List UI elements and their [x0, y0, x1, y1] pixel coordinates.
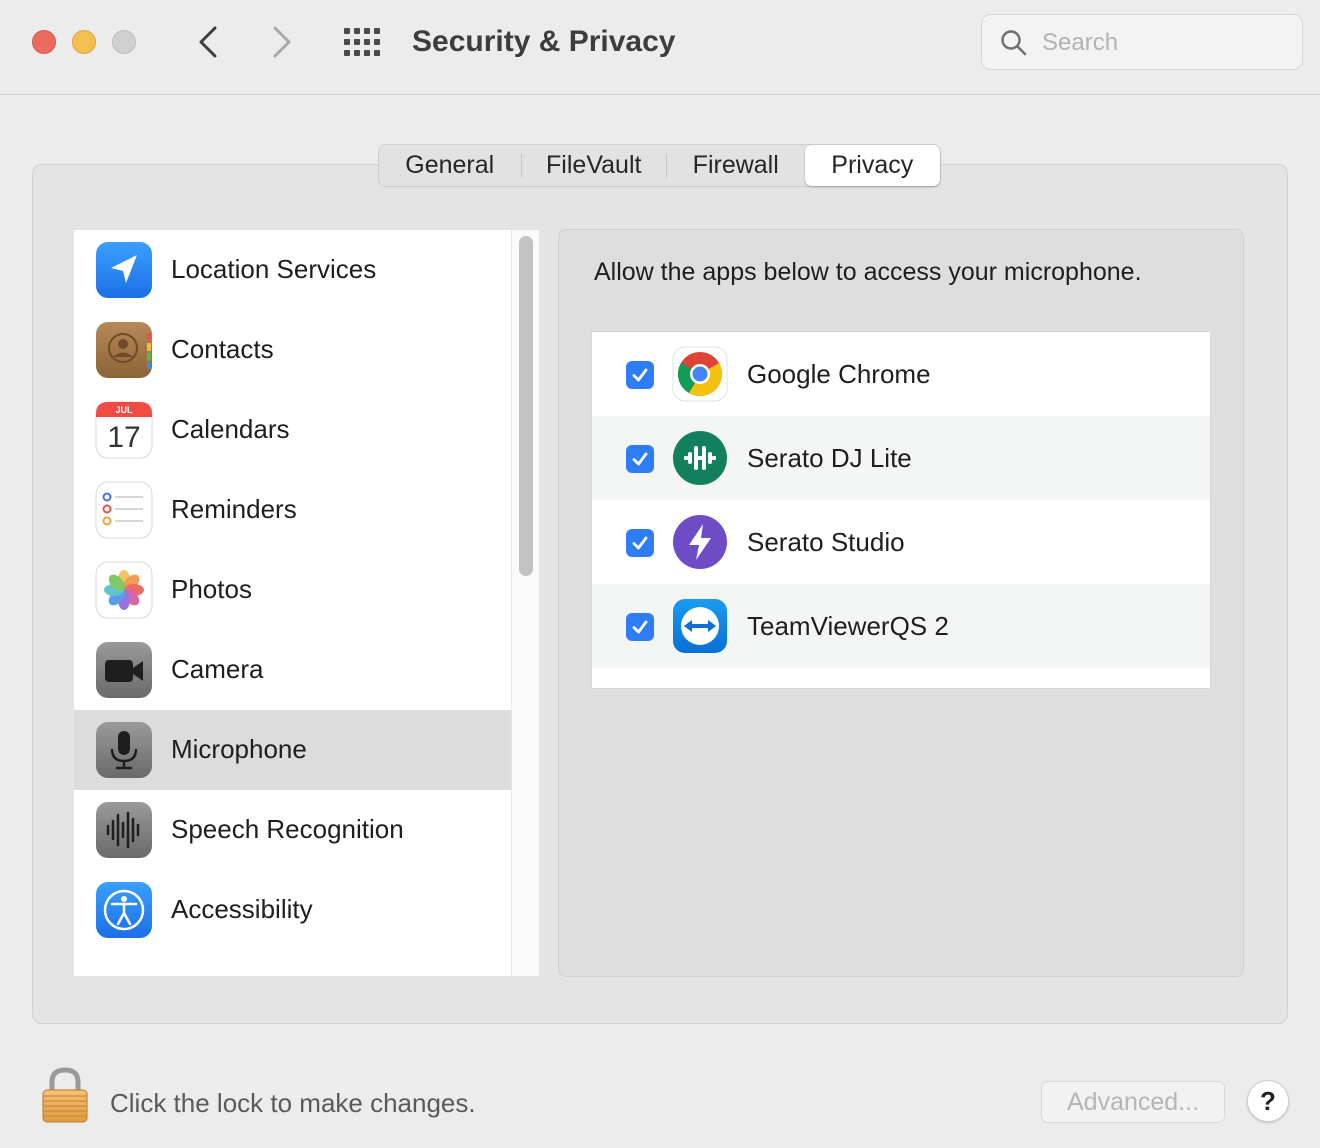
serato-studio-icon	[673, 515, 727, 569]
checkmark-icon	[632, 368, 648, 382]
allow-checkbox[interactable]	[626, 529, 654, 557]
access-description: Allow the apps below to access your micr…	[594, 258, 1142, 286]
sidebar-item-accessibility[interactable]: Accessibility	[74, 870, 511, 950]
sidebar-item-label: Calendars	[171, 414, 290, 444]
search-field[interactable]	[981, 14, 1303, 70]
calendar-icon: JUL 17	[95, 401, 153, 459]
app-name: Serato Studio	[747, 527, 905, 557]
advanced-button: Advanced...	[1041, 1081, 1225, 1123]
title-bar: Security & Privacy	[0, 0, 1320, 95]
show-all-button[interactable]	[342, 26, 386, 58]
checkmark-icon	[632, 620, 648, 634]
sidebar-item-contacts[interactable]: Contacts	[74, 310, 511, 390]
list-item: Google Chrome	[592, 332, 1210, 416]
tab-bar: General FileVault Firewall Privacy	[378, 144, 941, 187]
chevron-right-icon	[273, 26, 291, 58]
app-access-list: Google Chrome Serato DJ Lite Serato Stud…	[591, 331, 1211, 689]
tab-general[interactable]: General	[379, 145, 521, 186]
sidebar-item-label: Accessibility	[171, 894, 313, 924]
app-name: Serato DJ Lite	[747, 443, 912, 473]
checkmark-icon	[632, 452, 648, 466]
video-camera-icon	[96, 642, 152, 698]
forward-button[interactable]	[262, 22, 302, 62]
help-button[interactable]: ?	[1247, 1080, 1289, 1122]
checkmark-icon	[632, 536, 648, 550]
teamviewer-icon	[673, 599, 727, 653]
sidebar-item-label: Camera	[171, 654, 264, 684]
microphone-icon	[96, 722, 152, 778]
tab-filevault[interactable]: FileVault	[522, 145, 666, 186]
grid-icon	[344, 28, 380, 56]
tab-firewall[interactable]: Firewall	[667, 145, 805, 186]
scrollbar-thumb[interactable]	[519, 236, 533, 576]
app-name: TeamViewerQS 2	[747, 611, 949, 641]
app-name: Google Chrome	[747, 359, 931, 389]
sidebar-item-label: Contacts	[171, 334, 274, 364]
sidebar-item-label: Photos	[171, 574, 252, 604]
contacts-book-icon	[96, 322, 152, 378]
allow-checkbox[interactable]	[626, 613, 654, 641]
search-input[interactable]	[1042, 25, 1282, 61]
tab-privacy[interactable]: Privacy	[804, 145, 941, 186]
reminders-list-icon	[95, 481, 153, 539]
allow-checkbox[interactable]	[626, 445, 654, 473]
chevron-left-icon	[199, 26, 217, 58]
search-icon	[1001, 30, 1027, 56]
list-item: TeamViewerQS 2	[592, 584, 1210, 668]
chrome-icon	[672, 346, 728, 402]
sidebar-item-label: Microphone	[171, 734, 307, 764]
lock-icon[interactable]	[40, 1066, 90, 1124]
list-item: Serato Studio	[592, 500, 1210, 584]
allow-checkbox[interactable]	[626, 361, 654, 389]
svg-text:17: 17	[107, 421, 140, 454]
sidebar-item-photos[interactable]: Photos	[74, 550, 511, 630]
privacy-category-list: Location Services Contacts JUL 17 Calend…	[74, 230, 511, 976]
zoom-window-button	[112, 30, 136, 54]
serato-dj-icon	[673, 431, 727, 485]
sidebar-item-calendars[interactable]: JUL 17 Calendars	[74, 390, 511, 470]
sidebar-item-label: Reminders	[171, 494, 297, 524]
sidebar-item-label: Speech Recognition	[171, 814, 404, 844]
location-arrow-icon	[96, 242, 152, 298]
photos-flower-icon	[95, 561, 153, 619]
sidebar-item-speech-recognition[interactable]: Speech Recognition	[74, 790, 511, 870]
sidebar-item-label: Location Services	[171, 254, 377, 284]
lock-status-text: Click the lock to make changes.	[110, 1088, 476, 1118]
accessibility-person-icon	[96, 882, 152, 938]
list-item: Serato DJ Lite	[592, 416, 1210, 500]
sidebar-item-camera[interactable]: Camera	[74, 630, 511, 710]
sidebar-item-microphone[interactable]: Microphone	[74, 710, 511, 790]
sidebar-item-reminders[interactable]: Reminders	[74, 470, 511, 550]
sidebar-item-location-services[interactable]: Location Services	[74, 230, 511, 310]
close-window-button[interactable]	[32, 30, 56, 54]
minimize-window-button[interactable]	[72, 30, 96, 54]
svg-text:JUL: JUL	[115, 405, 133, 415]
window-title: Security & Privacy	[412, 25, 676, 58]
waveform-icon	[96, 802, 152, 858]
back-button[interactable]	[188, 22, 228, 62]
